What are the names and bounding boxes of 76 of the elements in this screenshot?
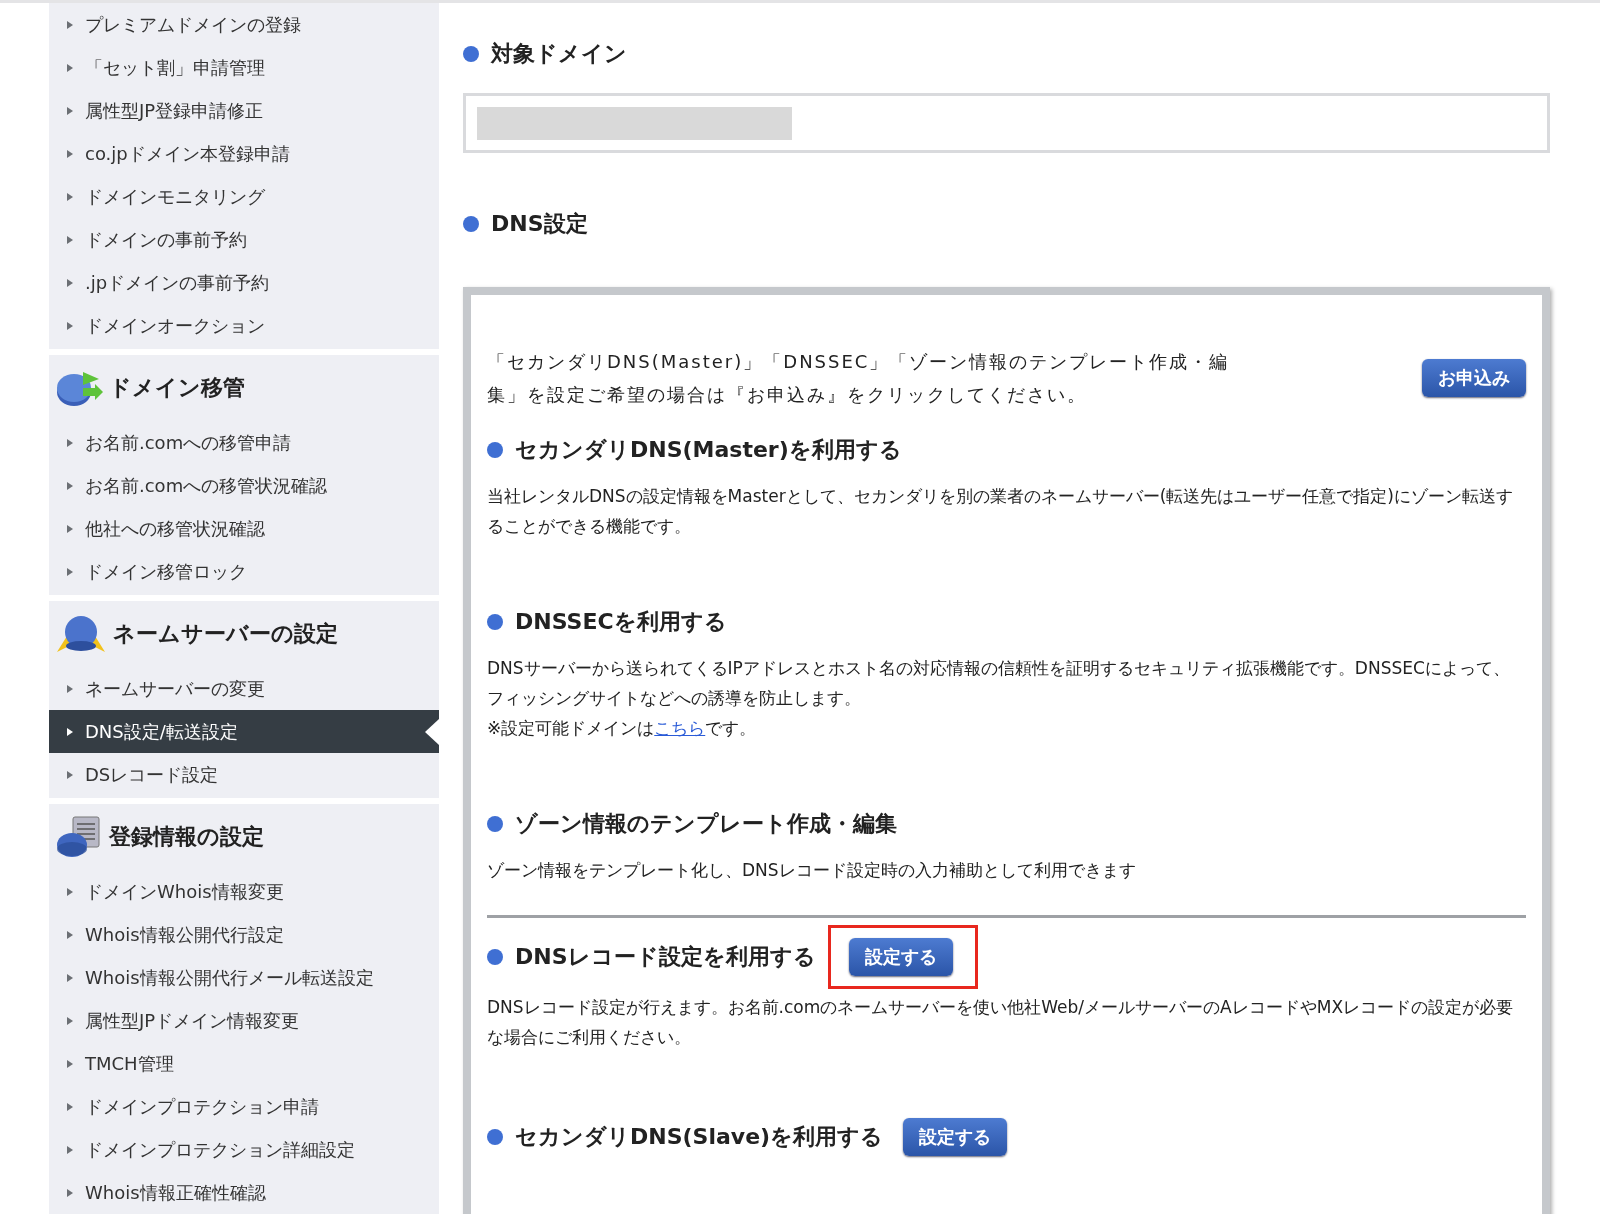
triangle-icon (67, 524, 73, 533)
triangle-icon (67, 278, 73, 287)
globe-document-icon (55, 815, 103, 859)
triangle-icon (67, 1102, 73, 1111)
triangle-icon (67, 106, 73, 115)
triangle-icon (67, 887, 73, 896)
bullet-icon (487, 614, 503, 630)
sidebar-item[interactable]: DNS設定/転送設定 (49, 710, 439, 753)
triangle-icon (67, 235, 73, 244)
triangle-icon (67, 930, 73, 939)
sidebar-item[interactable]: DSレコード設定 (49, 753, 439, 796)
section-heading: DNS設定 (491, 210, 588, 238)
triangle-icon (67, 481, 73, 490)
description-text: ゾーン情報をテンプレート化し、DNSレコード設定時の入力補助として利用できます (487, 859, 1137, 882)
section-heading: セカンダリDNS(Master)を利用する (515, 436, 902, 464)
triangle-icon (67, 1016, 73, 1025)
sidebar-item[interactable]: 「セット割」申請管理 (49, 46, 439, 89)
sidebar-item[interactable]: 属性型JP登録申請修正 (49, 89, 439, 132)
triangle-icon (67, 1188, 73, 1197)
bullet-icon (463, 216, 479, 232)
triangle-icon (67, 684, 73, 693)
triangle-icon (67, 192, 73, 201)
sidebar-item[interactable]: ドメインプロテクション申請 (49, 1085, 439, 1128)
triangle-icon (67, 567, 73, 576)
triangle-icon (67, 1145, 73, 1154)
sidebar-item[interactable]: お名前.comへの移管申請 (49, 421, 439, 464)
triangle-icon (67, 63, 73, 72)
sidebar-item[interactable]: TMCH管理 (49, 1042, 439, 1085)
sidebar-item[interactable]: お名前.comへの移管状況確認 (49, 464, 439, 507)
sidebar-item[interactable]: 属性型JPドメイン情報変更 (49, 999, 439, 1042)
triangle-icon (67, 973, 73, 982)
bullet-icon (487, 816, 503, 832)
description-text: DNSサーバーから送られてくるIPアドレスとホスト名の対応情報の信頼性を証明するセキュリティ拡張機能です。DNSSECによって、フィッシングサイトなどへの誘導を防止します。 (487, 657, 1511, 710)
section-heading: セカンダリDNS(Slave)を利用する (515, 1123, 884, 1151)
triangle-icon (67, 1059, 73, 1068)
sidebar-item[interactable]: ドメインWhois情報変更 (49, 870, 439, 913)
sidebar-item[interactable]: Whois情報公開代行メール転送設定 (49, 956, 439, 999)
bullet-icon (487, 949, 503, 965)
sidebar-heading: 登録情報の設定 (109, 823, 264, 851)
settings-button[interactable]: 設定する (903, 1118, 1008, 1156)
link[interactable]: こちら (654, 718, 706, 738)
triangle-icon (67, 321, 73, 330)
sidebar-item[interactable]: ドメインオークション (49, 304, 439, 347)
globe-arrows-icon (55, 614, 107, 654)
bullet-icon (487, 1129, 503, 1145)
bullet-icon (463, 46, 479, 62)
sidebar-item[interactable]: Whois情報公開代行設定 (49, 913, 439, 956)
sidebar-item[interactable]: ドメインプロテクション詳細設定 (49, 1128, 439, 1171)
selection-notch (425, 718, 439, 745)
sidebar-heading: ネームサーバーの設定 (113, 620, 338, 648)
apply-button[interactable]: お申込み (1422, 359, 1526, 397)
triangle-icon (67, 149, 73, 158)
section-heading: ゾーン情報のテンプレート作成・編集 (515, 810, 897, 838)
description-text: ※設定可能ドメインはこちらです。 (487, 717, 758, 740)
sidebar-item[interactable]: ドメインの事前予約 (49, 218, 439, 261)
sidebar-item[interactable]: ドメイン移管ロック (49, 550, 439, 593)
description-text: DNSレコード設定が行えます。お名前.comのネームサーバーを使い他社Web/メールサーバーのAレコードやMXレコードの設定が必要な場合にご利用ください。 (487, 996, 1515, 1049)
sidebar-item[interactable]: Whois情報正確性確認 (49, 1171, 439, 1214)
sidebar-item[interactable]: .jpドメインの事前予約 (49, 261, 439, 304)
section-heading: 対象ドメイン (491, 40, 627, 68)
triangle-icon (67, 438, 73, 447)
triangle-icon (67, 770, 73, 779)
triangle-icon (67, 20, 73, 29)
section-heading: DNSSECを利用する (515, 608, 727, 636)
section-heading: DNSレコード設定を利用する (515, 943, 816, 971)
bullet-icon (487, 442, 503, 458)
description-text: 当社レンタルDNSの設定情報をMasterとして、セカンダリを別の業者のネームサーバー(転送先はユーザー任意で指定)にゾーン転送することができる機能です。 (487, 485, 1514, 538)
sidebar-heading: ドメイン移管 (109, 374, 245, 402)
sidebar-item[interactable]: co.jpドメイン本登録申請 (49, 132, 439, 175)
sidebar-item[interactable]: プレミアムドメインの登録 (49, 3, 439, 46)
settings-button[interactable]: 設定する (848, 938, 953, 976)
sidebar-item[interactable]: ネームサーバーの変更 (49, 667, 439, 710)
sidebar-item[interactable]: 他社への移管状況確認 (49, 507, 439, 550)
sidebar-item[interactable]: ドメインモニタリング (49, 175, 439, 218)
intro-text: 「セカンダリDNS(Master)」「DNSSEC」「ゾーン情報のテンプレート作成・編集」を設定ご希望の場合は『お申込み』をクリックしてください。 (487, 350, 1231, 407)
triangle-icon (67, 727, 73, 736)
